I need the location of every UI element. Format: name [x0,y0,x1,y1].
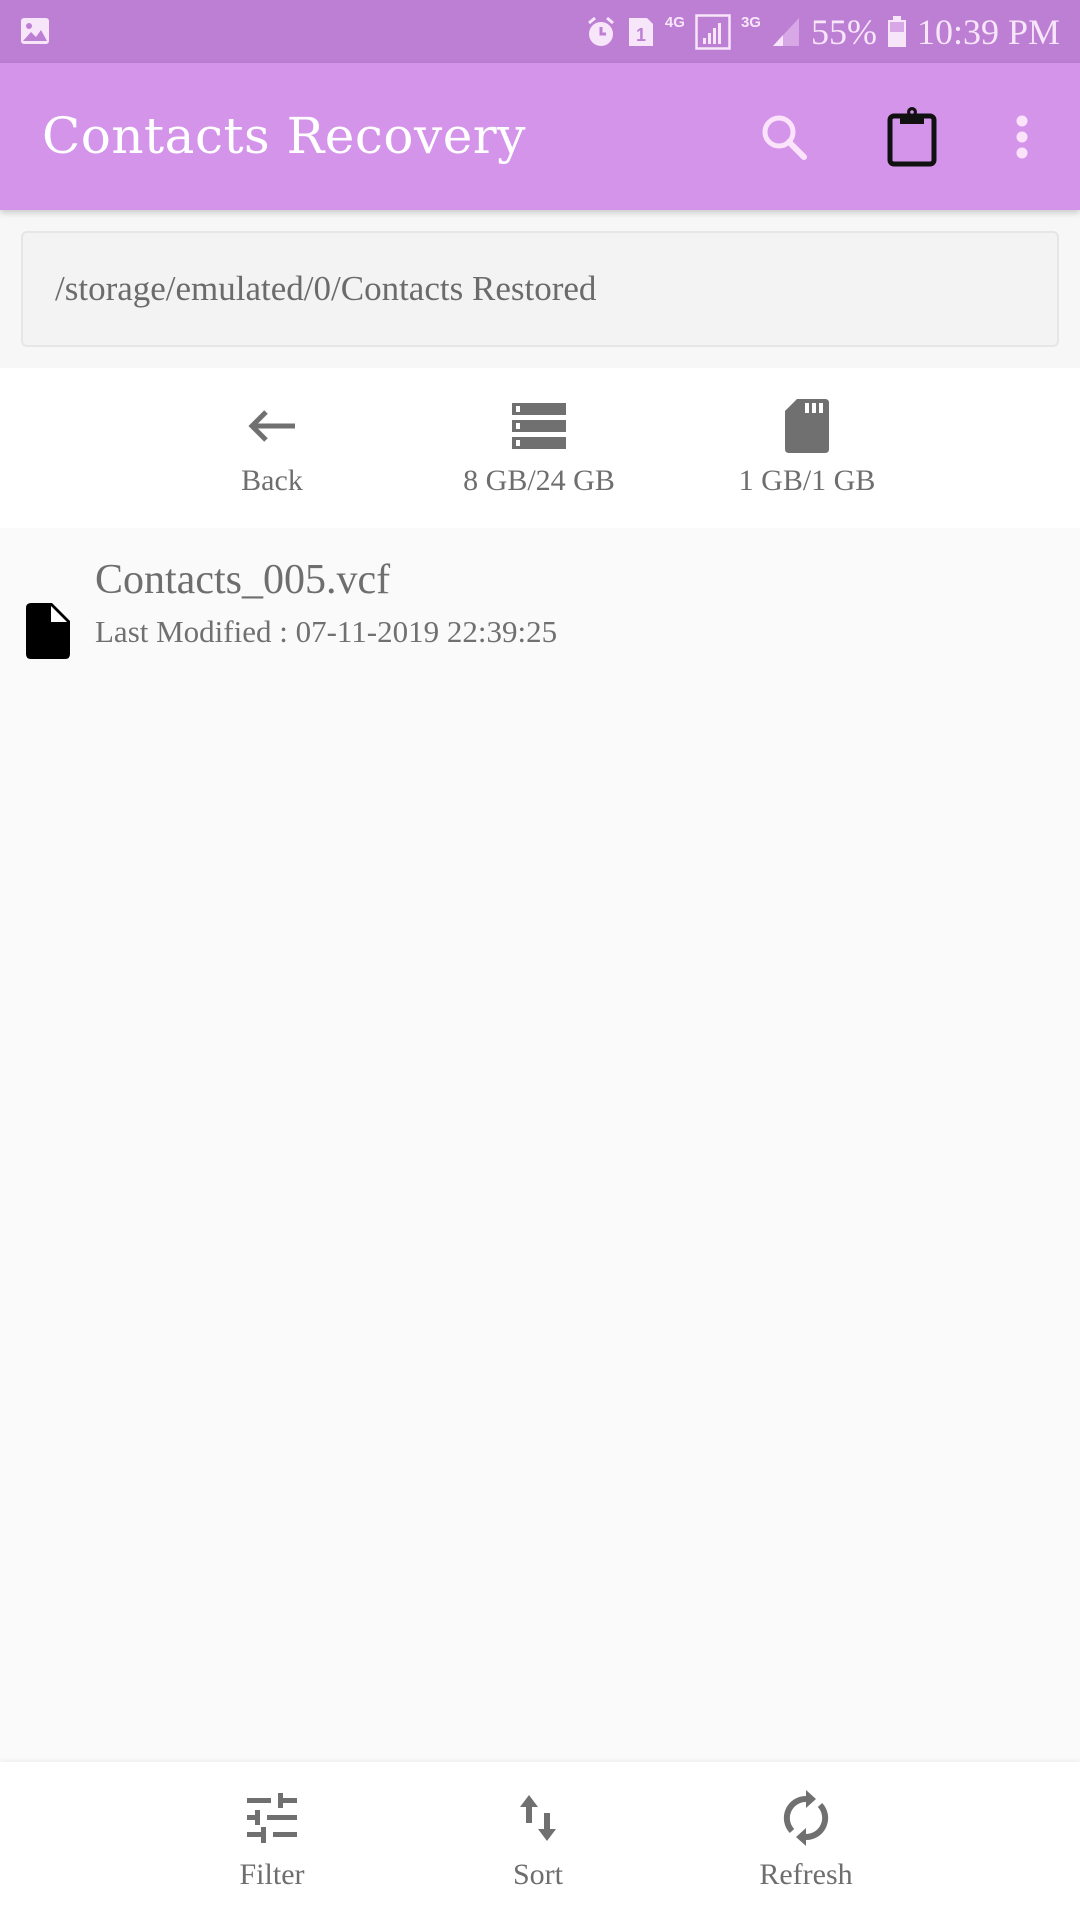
search-icon [762,115,807,160]
file-name: Contacts_005.vcf [95,557,391,603]
svg-text:1: 1 [636,25,646,45]
refresh-label: Refresh [759,1858,853,1891]
more-vert-icon [1016,115,1028,159]
app-title: Contacts Recovery [42,107,526,165]
file-last-modified: Last Modified : 07-11-2019 22:39:25 [95,614,558,649]
search-button[interactable] [748,101,820,173]
back-label: Back [241,464,303,497]
app-bar: Contacts Recovery [0,63,1080,210]
refresh-icon [783,1790,829,1846]
clipboard-icon [887,107,937,167]
clock: 10:39 PM [916,11,1060,52]
bottom-bar: Filter Sort Refresh [0,1762,1080,1920]
sd-card-label: 1 GB/1 GB [738,464,876,497]
sd-card-icon [785,399,829,453]
signal-icon [695,13,731,50]
clipboard-button[interactable] [876,101,948,173]
battery-percent: 55% [810,11,877,52]
tune-icon [247,1793,297,1843]
swap-vert-icon [520,1795,556,1841]
back-button[interactable]: Back [162,398,382,508]
network-type-1: 4G [664,14,685,31]
filter-label: Filter [239,1858,305,1891]
alarm-icon [587,16,614,46]
status-icons: 1 4G 3G 55% 10:39 PM [585,0,1060,63]
sim-icon: 1 [628,17,653,46]
gallery-icon [21,18,49,44]
status-bar: 1 4G 3G 55% 10:39 PM [0,0,1080,63]
refresh-button[interactable]: Refresh [706,1790,906,1900]
internal-storage-label: 8 GB/24 GB [463,464,615,497]
path-section: /storage/emulated/0/Contacts Restored [0,210,1080,368]
sort-button[interactable]: Sort [438,1790,638,1900]
arrow-back-icon [248,410,295,442]
file-list: Contacts_005.vcf Last Modified : 07-11-2… [0,528,1080,1760]
internal-storage-button[interactable]: 8 GB/24 GB [429,398,649,508]
more-options-button[interactable] [986,101,1058,173]
sort-label: Sort [512,1858,563,1891]
file-list-item[interactable]: Contacts_005.vcf Last Modified : 07-11-2… [0,548,1080,659]
storage-icon [512,403,566,449]
storage-bar: Back 8 GB/24 GB 1 GB/1 GB [0,368,1080,528]
sd-card-button[interactable]: 1 GB/1 GB [697,398,917,508]
network-type-2: 3G [740,14,761,31]
signal-weak-icon [772,17,799,46]
filter-button[interactable]: Filter [172,1790,372,1900]
file-icon [26,603,70,659]
path-field[interactable]: /storage/emulated/0/Contacts Restored [21,231,1059,347]
battery-icon [887,15,906,47]
